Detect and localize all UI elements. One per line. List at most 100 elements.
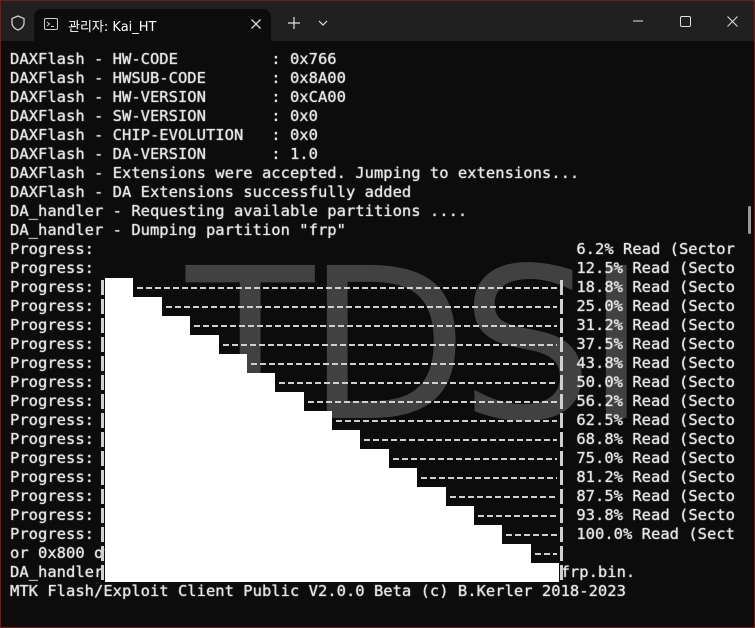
progress-bar-edge bbox=[560, 565, 563, 580]
progress-bar-edge bbox=[101, 489, 104, 504]
progress-suffix: Read (Secto bbox=[623, 449, 735, 467]
progress-percent: 87.5% bbox=[576, 487, 623, 505]
progress-bar-edge bbox=[560, 470, 563, 485]
progress-bar-edge bbox=[101, 280, 104, 295]
progress-bar-remaining bbox=[279, 382, 557, 384]
progress-suffix: Read (Secto bbox=[623, 487, 735, 505]
progress-label: Progress: bbox=[10, 354, 104, 372]
terminal-icon bbox=[44, 18, 58, 30]
progress-line: Progress: 6.2% Read (Sector bbox=[10, 240, 735, 259]
progress-suffix: Read (Secto bbox=[623, 411, 735, 429]
progress-bar-edge bbox=[560, 527, 563, 542]
progress-bar bbox=[101, 449, 563, 468]
terminal-line: DAXFlash - HWSUB-CODE : 0x8A00 bbox=[10, 69, 346, 87]
progress-bar bbox=[101, 316, 563, 335]
progress-bar-fill bbox=[105, 506, 474, 525]
close-tab-icon[interactable] bbox=[250, 18, 262, 30]
terminal-line: DA_handler - Requesting available partit… bbox=[10, 202, 468, 220]
progress-label: Progress: bbox=[10, 297, 104, 315]
maximize-icon bbox=[679, 15, 691, 27]
progress-percent: 93.8% bbox=[576, 506, 623, 524]
progress-bar-edge bbox=[560, 451, 563, 466]
scrollbar-thumb[interactable] bbox=[748, 206, 751, 234]
progress-percent: 31.2% bbox=[576, 316, 623, 334]
terminal-line: DAXFlash - HW-CODE : 0x766 bbox=[10, 50, 337, 68]
progress-bar-edge bbox=[101, 318, 104, 333]
terminal-line: DAXFlash - SW-VERSION : 0x0 bbox=[10, 107, 318, 125]
progress-suffix: Read (Secto bbox=[623, 278, 735, 296]
progress-bar-edge bbox=[560, 394, 563, 409]
progress-bar-fill bbox=[105, 297, 162, 316]
progress-percent: 37.5% bbox=[576, 335, 623, 353]
progress-bar-fill bbox=[105, 449, 389, 468]
progress-bar-fill bbox=[105, 563, 559, 582]
progress-bar-edge bbox=[560, 299, 563, 314]
progress-bar-edge bbox=[101, 451, 104, 466]
progress-suffix: Read (Sect bbox=[632, 525, 735, 543]
progress-label: Progress: bbox=[10, 468, 104, 486]
progress-suffix: Read (Secto bbox=[623, 297, 735, 315]
terminal-line: DAXFlash - Extensions were accepted. Jum… bbox=[10, 164, 580, 182]
progress-suffix: Read (Secto bbox=[623, 506, 735, 524]
progress-percent: 12.5% bbox=[576, 259, 623, 277]
progress-bar bbox=[101, 468, 563, 487]
progress-bar-remaining bbox=[393, 458, 557, 460]
shield-icon bbox=[11, 15, 25, 31]
header-lines: DAXFlash - HW-CODE : 0x766 DAXFlash - HWS… bbox=[10, 50, 735, 240]
progress-bar-remaining bbox=[308, 401, 557, 403]
progress-suffix: Read (Secto bbox=[623, 430, 735, 448]
terminal-line: DAXFlash - DA-VERSION : 1.0 bbox=[10, 145, 318, 163]
maximize-button[interactable] bbox=[670, 7, 700, 35]
progress-label: Progress: bbox=[10, 449, 104, 467]
new-tab-button[interactable] bbox=[281, 9, 307, 37]
progress-label: Progress: bbox=[10, 525, 104, 543]
progress-bar-remaining bbox=[251, 363, 557, 365]
progress-percent: 100.0% bbox=[576, 525, 633, 543]
progress-label: Progress: bbox=[10, 411, 104, 429]
progress-bar bbox=[101, 544, 563, 563]
progress-label: Progress: bbox=[10, 335, 104, 353]
progress-bar-edge bbox=[560, 318, 563, 333]
terminal-window: 관리자: Kai_HT TDSI DAXFlash - HW-CODE: 0x… bbox=[0, 0, 755, 628]
progress-bar-edge bbox=[560, 413, 563, 428]
progress-label: Progress: bbox=[10, 373, 104, 391]
progress-suffix: Read (Secto bbox=[623, 354, 735, 372]
minimize-icon bbox=[633, 20, 643, 22]
progress-bar-fill bbox=[105, 544, 531, 563]
progress-bar bbox=[101, 563, 563, 582]
minimize-button[interactable] bbox=[623, 7, 653, 35]
progress-bar-remaining bbox=[137, 287, 557, 289]
progress-bar-fill bbox=[105, 316, 190, 335]
progress-bar-edge bbox=[101, 413, 104, 428]
progress-percent: 75.0% bbox=[576, 449, 623, 467]
progress-suffix: Read (Secto bbox=[623, 259, 735, 277]
progress-bar-edge bbox=[101, 432, 104, 447]
progress-bar-fill bbox=[105, 430, 360, 449]
progress-percent: 56.2% bbox=[576, 392, 623, 410]
progress-percent: 81.2% bbox=[576, 468, 623, 486]
progress-label: Progress: bbox=[10, 259, 104, 277]
progress-label: Progress: bbox=[10, 392, 104, 410]
close-window-button[interactable] bbox=[717, 7, 747, 35]
progress-bar-edge bbox=[101, 375, 104, 390]
progress-percent: 43.8% bbox=[576, 354, 623, 372]
progress-bar bbox=[101, 411, 563, 430]
chevron-down-icon bbox=[318, 20, 328, 26]
progress-bar-fill bbox=[105, 525, 502, 544]
tab-terminal[interactable]: 관리자: Kai_HT bbox=[34, 9, 271, 41]
progress-bar-remaining bbox=[194, 325, 557, 327]
progress-bar-remaining bbox=[478, 515, 557, 517]
progress-bar-remaining bbox=[223, 344, 557, 346]
progress-bar bbox=[101, 392, 563, 411]
progress-suffix: Read (Secto bbox=[623, 468, 735, 486]
progress-bar-fill bbox=[105, 468, 417, 487]
progress-bar-edge bbox=[101, 394, 104, 409]
tab-dropdown-button[interactable] bbox=[312, 9, 334, 37]
close-icon bbox=[726, 15, 738, 27]
progress-bar-edge bbox=[101, 337, 104, 352]
terminal-output[interactable]: TDSI DAXFlash - HW-CODE : 0x766 DAXFlash … bbox=[1, 41, 754, 627]
progress-bar-edge bbox=[101, 565, 104, 580]
title-bar[interactable]: 관리자: Kai_HT bbox=[1, 1, 754, 41]
progress-bar-edge bbox=[560, 375, 563, 390]
progress-label: Progress: bbox=[10, 316, 104, 334]
